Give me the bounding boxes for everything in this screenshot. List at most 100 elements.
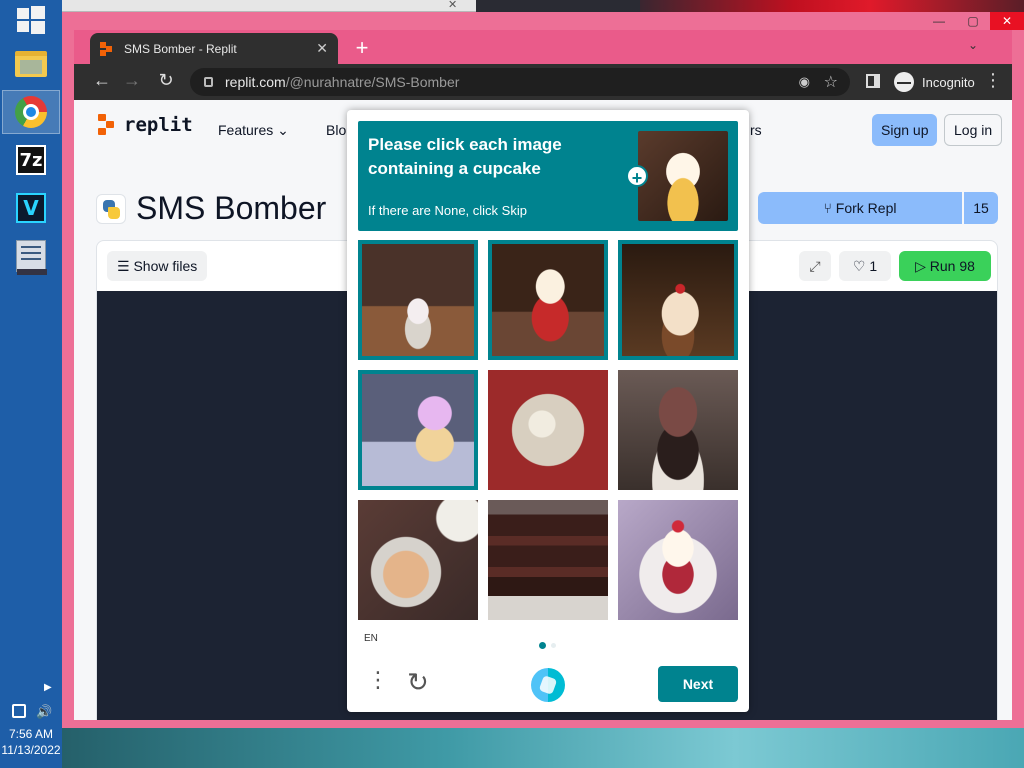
- run-count: 98: [959, 258, 975, 274]
- tab-title: SMS Bomber - Replit: [124, 41, 237, 56]
- incognito-label: Incognito: [922, 74, 975, 90]
- captcha-prompt-subtitle: If there are None, click Skip: [368, 203, 527, 218]
- url-host: replit.com: [225, 74, 286, 90]
- incognito-icon: [894, 72, 914, 92]
- replit-favicon-icon: [100, 41, 114, 56]
- captcha-tile-7[interactable]: [358, 500, 478, 620]
- tile-image: [362, 244, 474, 356]
- page-indicator: [551, 643, 556, 648]
- replit-logo[interactable]: replit: [98, 114, 193, 136]
- close-icon[interactable]: ✕: [990, 12, 1024, 30]
- tile-image: [362, 374, 474, 486]
- volume-icon[interactable]: 🔊: [36, 704, 52, 720]
- captcha-prompt: Please click each image containing a cup…: [358, 121, 738, 231]
- incognito-indicator[interactable]: Incognito: [894, 69, 975, 95]
- like-count: 1: [869, 258, 878, 274]
- repl-title: SMS Bomber: [136, 190, 327, 226]
- forward-arrow-icon[interactable]: →: [120, 70, 144, 91]
- windows-logo-pane: [17, 21, 29, 32]
- browser-toolbar: ← → ↻ replit.com/@nurahnatre/SMS-Bomber …: [74, 64, 1012, 100]
- tracking-eye-off-icon[interactable]: ◉: [799, 74, 810, 90]
- reload-icon[interactable]: ↻: [154, 70, 178, 91]
- chrome-menu-icon[interactable]: ⋮: [984, 70, 1002, 91]
- minimize-icon[interactable]: —: [922, 12, 956, 30]
- language-selector[interactable]: EN: [364, 633, 378, 644]
- zoom-plus-icon[interactable]: +: [626, 165, 648, 188]
- signup-button[interactable]: Sign up: [872, 114, 938, 146]
- tile-image: [618, 500, 738, 620]
- nav-blog[interactable]: Blo: [326, 122, 346, 138]
- captcha-tile-3[interactable]: [618, 240, 738, 360]
- nav-features-label: Features: [218, 122, 274, 138]
- taskbar-task-manager[interactable]: [2, 234, 60, 278]
- page-indicator-active: [539, 642, 546, 649]
- taskbar-chrome[interactable]: [2, 90, 60, 134]
- captcha-tile-2[interactable]: [488, 240, 608, 360]
- clock-time[interactable]: 7:56 AM: [0, 727, 62, 741]
- run-button[interactable]: ▷ Run 98: [899, 251, 991, 281]
- tab-sms-bomber[interactable]: SMS Bomber - Replit ✕: [90, 33, 338, 64]
- captcha-prompt-title: Please click each image containing a cup…: [368, 135, 562, 178]
- back-arrow-icon[interactable]: ←: [90, 70, 114, 91]
- wallpaper-teal-accent: [62, 728, 1024, 768]
- captcha-tile-6[interactable]: [618, 370, 738, 490]
- windows-logo-pane: [31, 21, 45, 34]
- chrome-icon: [15, 96, 47, 128]
- lock-icon[interactable]: [204, 77, 213, 87]
- captcha-tile-4[interactable]: [358, 370, 478, 490]
- expand-icon[interactable]: ⤢: [799, 251, 831, 281]
- nav-features[interactable]: Features ⌄: [218, 122, 289, 139]
- taskbar-7zip[interactable]: 7z: [2, 138, 60, 182]
- new-tab-button[interactable]: +: [350, 35, 374, 61]
- captcha-refresh-icon[interactable]: ↻: [407, 667, 429, 698]
- hcaptcha-challenge: Please click each image containing a cup…: [347, 110, 749, 712]
- network-icon[interactable]: [12, 704, 26, 718]
- address-bar[interactable]: replit.com/@nurahnatre/SMS-Bomber ◉ ☆: [190, 68, 850, 96]
- url-path: /@nurahnatre/SMS-Bomber: [285, 74, 460, 90]
- captcha-tile-1[interactable]: [358, 240, 478, 360]
- captcha-tile-9[interactable]: [618, 500, 738, 620]
- taskbar: 7z V ▶ 🔊 7:56 AM 11/13/2022: [0, 0, 62, 768]
- wallpaper-red-accent: [640, 0, 1024, 12]
- hcaptcha-logo-icon[interactable]: [531, 668, 565, 702]
- tab-search-chevron-icon[interactable]: ⌄: [968, 38, 978, 52]
- captcha-menu-icon[interactable]: ⋮: [367, 669, 389, 691]
- side-panel-icon[interactable]: [866, 74, 880, 88]
- folder-icon: [15, 51, 47, 77]
- tile-image: [622, 244, 734, 356]
- tray-expand-icon[interactable]: ▶: [44, 682, 52, 693]
- show-files-button[interactable]: ☰ Show files: [107, 251, 208, 281]
- tile-image: [618, 370, 738, 490]
- clock-date[interactable]: 11/13/2022: [0, 743, 62, 757]
- nav-partial-item[interactable]: rs: [750, 122, 762, 138]
- replit-logo-icon: [98, 114, 116, 136]
- example-image[interactable]: [638, 131, 728, 221]
- taskbar-v-app[interactable]: V: [2, 186, 60, 230]
- tile-image: [492, 244, 604, 356]
- taskbar-file-explorer[interactable]: [2, 42, 60, 86]
- chevron-down-icon: ⌄: [277, 122, 289, 138]
- maximize-icon[interactable]: ▢: [956, 12, 990, 30]
- captcha-tile-8[interactable]: [488, 500, 608, 620]
- replit-logo-text: replit: [124, 114, 193, 136]
- tile-image: [488, 370, 608, 490]
- captcha-tile-5[interactable]: [488, 370, 608, 490]
- v-app-icon: V: [16, 193, 46, 223]
- fork-count[interactable]: 15: [964, 192, 998, 224]
- like-button[interactable]: ♡ 1: [839, 251, 891, 281]
- background-window-edge[interactable]: ✕: [62, 0, 476, 12]
- login-button[interactable]: Log in: [944, 114, 1003, 146]
- fork-repl-label: Fork Repl: [835, 200, 897, 216]
- close-icon[interactable]: ✕: [448, 0, 462, 11]
- window-controls: — ▢ ✕: [922, 12, 1024, 30]
- bookmark-star-icon[interactable]: ☆: [824, 72, 838, 92]
- next-button[interactable]: Next: [658, 666, 738, 702]
- fork-repl-button[interactable]: ⑂ Fork Repl: [758, 192, 962, 224]
- tab-close-icon[interactable]: ✕: [316, 40, 328, 57]
- start-button[interactable]: [15, 6, 45, 34]
- show-files-label: Show files: [133, 258, 198, 274]
- files-icon: ☰: [117, 258, 130, 274]
- tile-image: [358, 500, 478, 620]
- run-label: Run: [929, 258, 956, 274]
- tile-image: [488, 500, 608, 620]
